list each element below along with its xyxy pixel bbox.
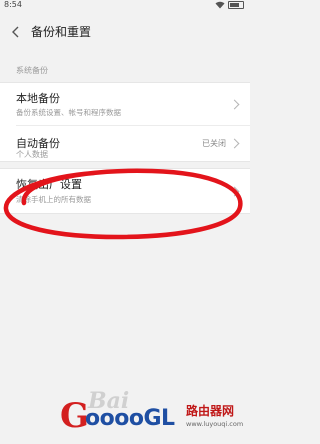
local-backup-subtitle: 备份系统设置、帐号和程序数据 — [16, 108, 121, 117]
chevron-right-icon — [229, 186, 240, 197]
section-label-personal-data: 个人数据 — [16, 150, 48, 159]
battery-icon — [228, 1, 244, 9]
watermark-baidu-text: Bai — [88, 388, 130, 414]
factory-reset-subtitle: 清除手机上的所有数据 — [16, 195, 91, 204]
status-icons — [215, 1, 244, 9]
watermark-logo-text: ooooGL — [85, 406, 175, 431]
wifi-icon — [215, 1, 225, 9]
watermark-logo-g: G — [60, 396, 90, 436]
section-label-system-backup: 系统备份 — [16, 66, 48, 75]
header: 备份和重置 — [0, 16, 250, 48]
chevron-right-icon — [229, 138, 240, 149]
factory-reset-title: 恢复出厂设置 — [16, 178, 82, 191]
watermark-logo-cn: 路由器网 — [186, 404, 235, 418]
status-bar: 8:54 — [0, 0, 250, 12]
chevron-right-icon — [229, 99, 240, 110]
auto-backup-title: 自动备份 — [16, 137, 60, 150]
page-title: 备份和重置 — [31, 25, 92, 39]
watermark-logo-url: www.luyouqi.com — [186, 420, 244, 428]
chevron-left-icon[interactable] — [9, 25, 23, 39]
status-time: 8:54 — [4, 0, 22, 9]
watermark: Bai G ooooGL 路由器网 www.luyouqi.com — [0, 380, 250, 444]
local-backup-row[interactable]: 本地备份 备份系统设置、帐号和程序数据 — [0, 83, 250, 125]
personal-data-card: 恢复出厂设置 清除手机上的所有数据 — [0, 168, 250, 214]
local-backup-title: 本地备份 — [16, 92, 60, 105]
auto-backup-status: 已关闭 — [202, 139, 226, 148]
factory-reset-row[interactable]: 恢复出厂设置 清除手机上的所有数据 — [0, 169, 250, 213]
